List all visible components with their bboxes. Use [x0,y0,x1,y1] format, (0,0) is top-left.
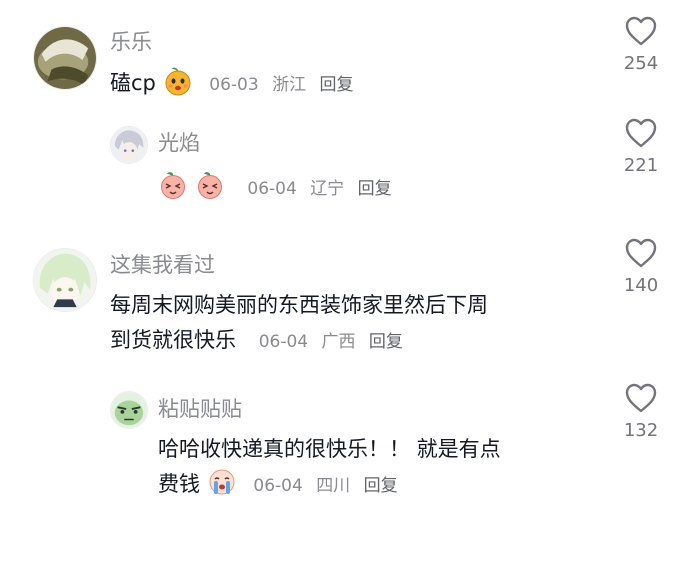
avatar[interactable] [33,26,97,90]
comment-text: 哈哈收快递真的很快乐！！ 就是有点 费钱 06-04 四川 回复 [158,432,588,504]
avatar[interactable] [110,391,148,429]
heart-outline-icon [625,383,657,413]
heart-outline-icon [625,16,657,46]
avatar-image [34,27,96,89]
like-button[interactable]: 140 [611,237,671,296]
comment-meta: 06-04 广西 回复 [259,332,411,352]
comment-meta: 06-04 辽宁 回复 [247,179,399,199]
comment-location: 广西 [321,332,356,352]
avatar[interactable] [33,248,97,312]
comment-text: 06-04 辽宁 回复 [158,170,400,207]
heart-outline-icon [625,238,657,268]
like-count: 254 [623,53,659,74]
avatar-image [111,127,147,163]
like-count: 140 [623,275,659,296]
peach-face-emoji [195,170,225,200]
comment-date: 06-04 [258,332,309,352]
avatar-image [34,249,96,311]
comment-body-line2: 费钱 [158,472,200,496]
comment-body: 磕cp [110,71,156,95]
reply-button[interactable]: 回复 [358,179,392,199]
orange-smile-emoji [163,66,193,96]
comment-meta: 06-03 浙江 回复 [209,75,361,95]
comment-date: 06-04 [253,476,303,496]
comment-date: 06-03 [209,75,259,95]
comment-body-line1: 每周末网购美丽的东西装饰家里然后下周 [110,293,488,317]
reply-item: 光焰 06-04 辽宁 回复 221 [0,115,690,225]
reply-item: 粘贴贴贴 哈哈收快递真的很快乐！！ 就是有点 费钱 06-04 四川 回复 13… [0,382,690,525]
comment-body-line2: 到货就很快乐 [110,328,236,352]
like-count: 221 [623,155,659,176]
avatar[interactable] [110,126,148,164]
reply-button[interactable]: 回复 [369,332,403,352]
reply-button[interactable]: 回复 [319,75,353,95]
comment-location: 辽宁 [310,179,345,199]
username[interactable]: 这集我看过 [110,249,215,279]
comment-item: 这集我看过 每周末网购美丽的东西装饰家里然后下周 到货就很快乐 06-04 广西… [0,225,690,385]
peach-face-emoji [158,170,188,200]
like-button[interactable]: 132 [611,382,671,441]
heart-outline-icon [625,118,657,148]
username[interactable]: 粘贴贴贴 [158,393,242,423]
comment-location: 浙江 [272,75,307,95]
like-button[interactable]: 254 [611,15,671,74]
comment-text: 每周末网购美丽的东西装饰家里然后下周 到货就很快乐 06-04 广西 回复 [110,288,590,360]
like-count: 132 [623,420,659,441]
avatar-image [111,392,147,428]
username[interactable]: 乐乐 [110,26,152,56]
like-button[interactable]: 221 [611,117,671,176]
comment-meta: 06-04 四川 回复 [253,476,405,496]
comment-body-line2-row: 到货就很快乐 06-04 广西 回复 [110,323,590,360]
comment-location: 四川 [316,476,351,496]
comment-text: 磕cp 06-03 浙江 回复 [110,66,361,103]
comment-body-line1: 哈哈收快递真的很快乐！！ 就是有点 [158,437,501,461]
username[interactable]: 光焰 [158,127,200,157]
crying-face-emoji [207,467,237,497]
comment-body-line2-row: 费钱 06-04 四川 回复 [158,467,588,504]
reply-button[interactable]: 回复 [364,476,398,496]
comment-date: 06-04 [247,179,297,199]
comment-item: 乐乐 磕cp 06-03 浙江 回复 254 [0,0,690,115]
